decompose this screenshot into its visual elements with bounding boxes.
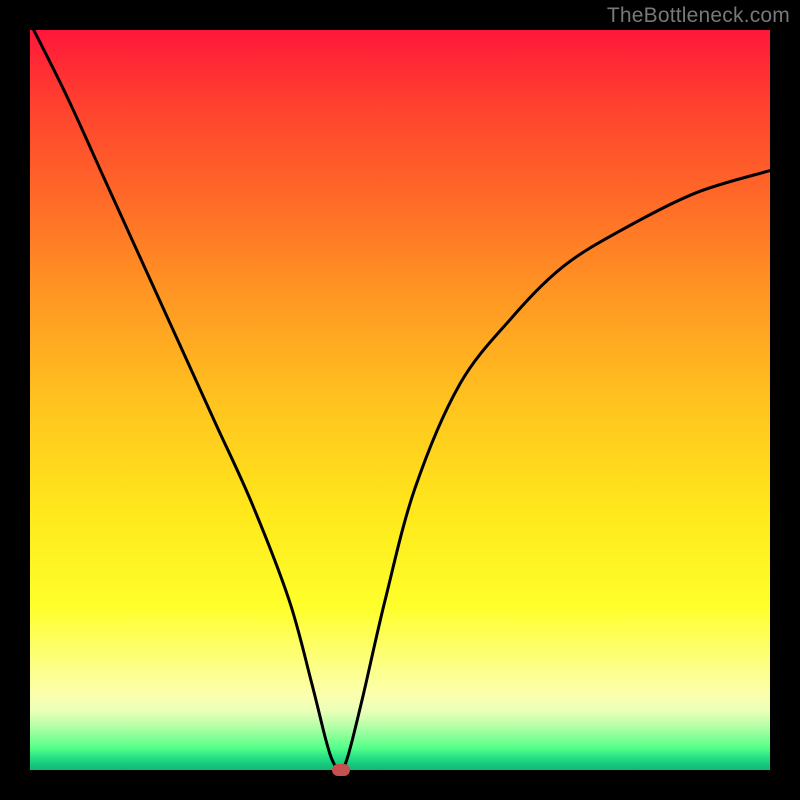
valley-marker [332, 764, 350, 776]
plot-area [30, 30, 770, 770]
curve-svg [30, 30, 770, 770]
bottleneck-curve [30, 23, 770, 771]
watermark-text: TheBottleneck.com [607, 4, 790, 28]
chart-frame: TheBottleneck.com [0, 0, 800, 800]
